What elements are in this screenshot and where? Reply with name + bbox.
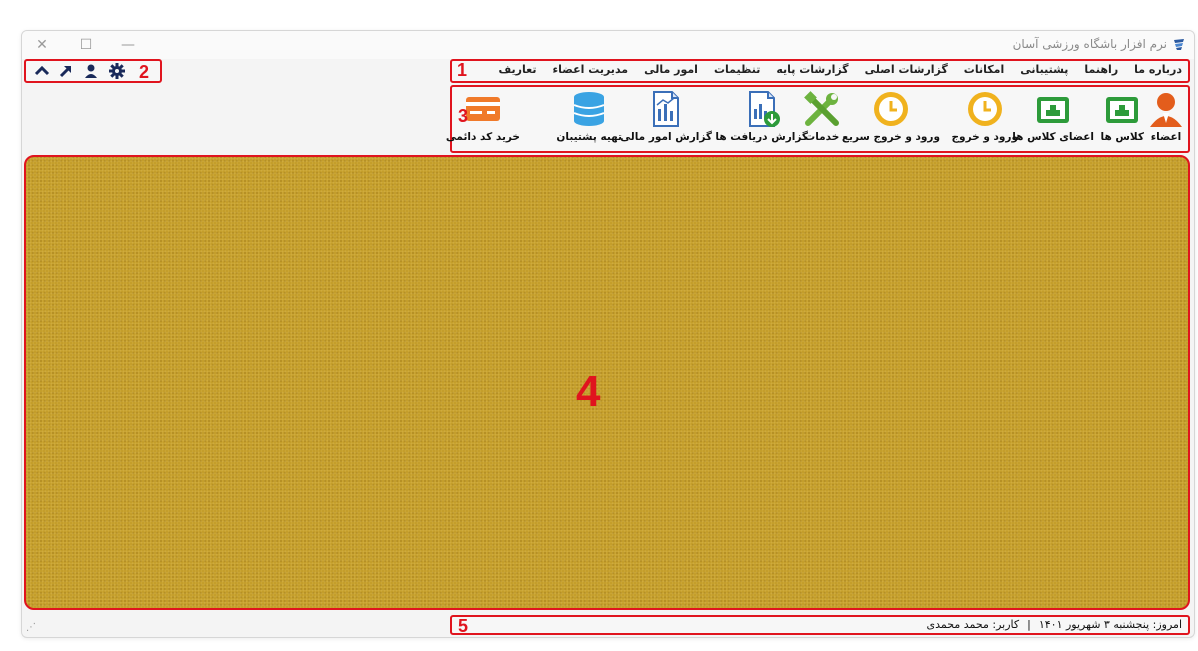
class-icon (1106, 97, 1139, 123)
member-icon (1150, 93, 1182, 127)
maximize-button[interactable]: ☐ (76, 35, 96, 55)
finance-report-icon (653, 91, 680, 127)
minimize-button[interactable]: — (118, 35, 138, 55)
menu-item-basic-reports[interactable]: گزارشات پایه (776, 63, 848, 76)
menu-bar: تعاریف مدیریت اعضاء امور مالی تنظیمات گز… (450, 59, 1190, 83)
toolbar-buy-code-button[interactable]: خرید کد دائمی (446, 89, 520, 149)
region-label-quickbar: 2 (139, 62, 150, 82)
toolbar-classes-button[interactable]: کلاس ها (1101, 89, 1144, 149)
toolbar-finance-report-button[interactable]: گزارش امور مالی (620, 89, 712, 149)
tools-icon (804, 91, 839, 126)
toolbar-quick-enter-exit-label: ورود و خروج سریع (841, 131, 940, 143)
toolbar-receipts-report-button[interactable]: گزارش دریافت ها (715, 89, 808, 149)
app-title-text: نرم افزار باشگاه ورزشی آسان (1012, 37, 1167, 51)
resize-grip-icon[interactable]: ⋰ (26, 622, 36, 633)
settings-icon[interactable] (108, 62, 126, 80)
receipts-report-icon (748, 91, 780, 127)
toolbar-class-members-label: اعضای کلاس ها (1012, 131, 1094, 143)
status-user: کاربر: محمد محمدی (926, 618, 1020, 631)
toolbar-enter-exit-label: ورود و خروج (951, 131, 1018, 143)
toolbar-receipts-report-label: گزارش دریافت ها (715, 131, 808, 143)
database-icon (573, 92, 605, 126)
toolbar-services-label: خدمات (804, 131, 840, 143)
status-date: امروز: پنجشنبه ۳ شهریور ۱۴۰۱ (1038, 618, 1182, 631)
toolbar-buy-code-label: خرید کد دائمی (445, 131, 520, 143)
status-text: امروز: پنجشنبه ۳ شهریور ۱۴۰۱ | کاربر: مح… (927, 618, 1182, 631)
region-label-status: 5 (458, 616, 469, 636)
title-bar: ✕ ☐ — نرم افزار باشگاه ورزشی آسان (22, 31, 1194, 59)
toolbar-services-button[interactable]: خدمات (802, 89, 842, 149)
user-icon[interactable] (82, 62, 100, 80)
menu-item-about[interactable]: درباره ما (1134, 63, 1182, 76)
app-title: نرم افزار باشگاه ورزشی آسان (1013, 37, 1186, 51)
region-label-toolbar: 3 (458, 106, 469, 126)
main-workspace: 4 (24, 155, 1190, 610)
toolbar-class-members-button[interactable]: اعضای کلاس ها (1012, 89, 1094, 149)
menu-item-settings[interactable]: تنظیمات (714, 63, 760, 76)
toolbar-members-button[interactable]: اعضاء (1146, 89, 1186, 149)
toolbar-members-label: اعضاء (1150, 131, 1182, 143)
class-members-icon (1037, 97, 1070, 123)
menu-item-facilities[interactable]: امکانات (964, 63, 1004, 76)
region-label-workspace: 4 (576, 367, 601, 416)
close-button[interactable]: ✕ (32, 35, 52, 55)
menu-item-definitions[interactable]: تعاریف (498, 63, 536, 76)
app-window: ✕ ☐ — نرم افزار باشگاه ورزشی آسان تعاریف… (21, 30, 1195, 638)
toolbar-backup-button[interactable]: تهیه پشتیبان (556, 89, 622, 149)
toolbar-enter-exit-button[interactable]: ورود و خروج (951, 89, 1018, 149)
status-bar: امروز: پنجشنبه ۳ شهریور ۱۴۰۱ | کاربر: مح… (450, 615, 1190, 635)
external-link-icon[interactable] (57, 62, 75, 80)
app-logo-icon (1174, 39, 1184, 50)
menu-item-main-reports[interactable]: گزارشات اصلی (865, 63, 948, 76)
toolbar: اعضاء کلاس ها اعضای کلاس ها ورود و خروج … (446, 85, 1190, 153)
menu-item-finance[interactable]: امور مالی (644, 63, 698, 76)
clock-icon (967, 92, 1002, 126)
toolbar-finance-report-label: گزارش امور مالی (620, 131, 712, 143)
menu-item-help[interactable]: راهنما (1084, 63, 1118, 76)
collapse-icon[interactable] (33, 62, 51, 80)
menu-item-member-management[interactable]: مدیریت اعضاء (552, 63, 628, 76)
toolbar-backup-label: تهیه پشتیبان (556, 131, 622, 143)
menu-item-support[interactable]: پشتیبانی (1020, 63, 1068, 76)
toolbar-quick-enter-exit-button[interactable]: ورود و خروج سریع (842, 89, 940, 149)
region-label-menu: 1 (457, 60, 468, 80)
status-separator: | (1027, 618, 1031, 631)
credit-card-icon (465, 97, 500, 121)
toolbar-classes-label: کلاس ها (1100, 131, 1144, 143)
menu-items: تعاریف مدیریت اعضاء امور مالی تنظیمات گز… (498, 63, 1182, 76)
quick-clock-icon (873, 92, 908, 126)
